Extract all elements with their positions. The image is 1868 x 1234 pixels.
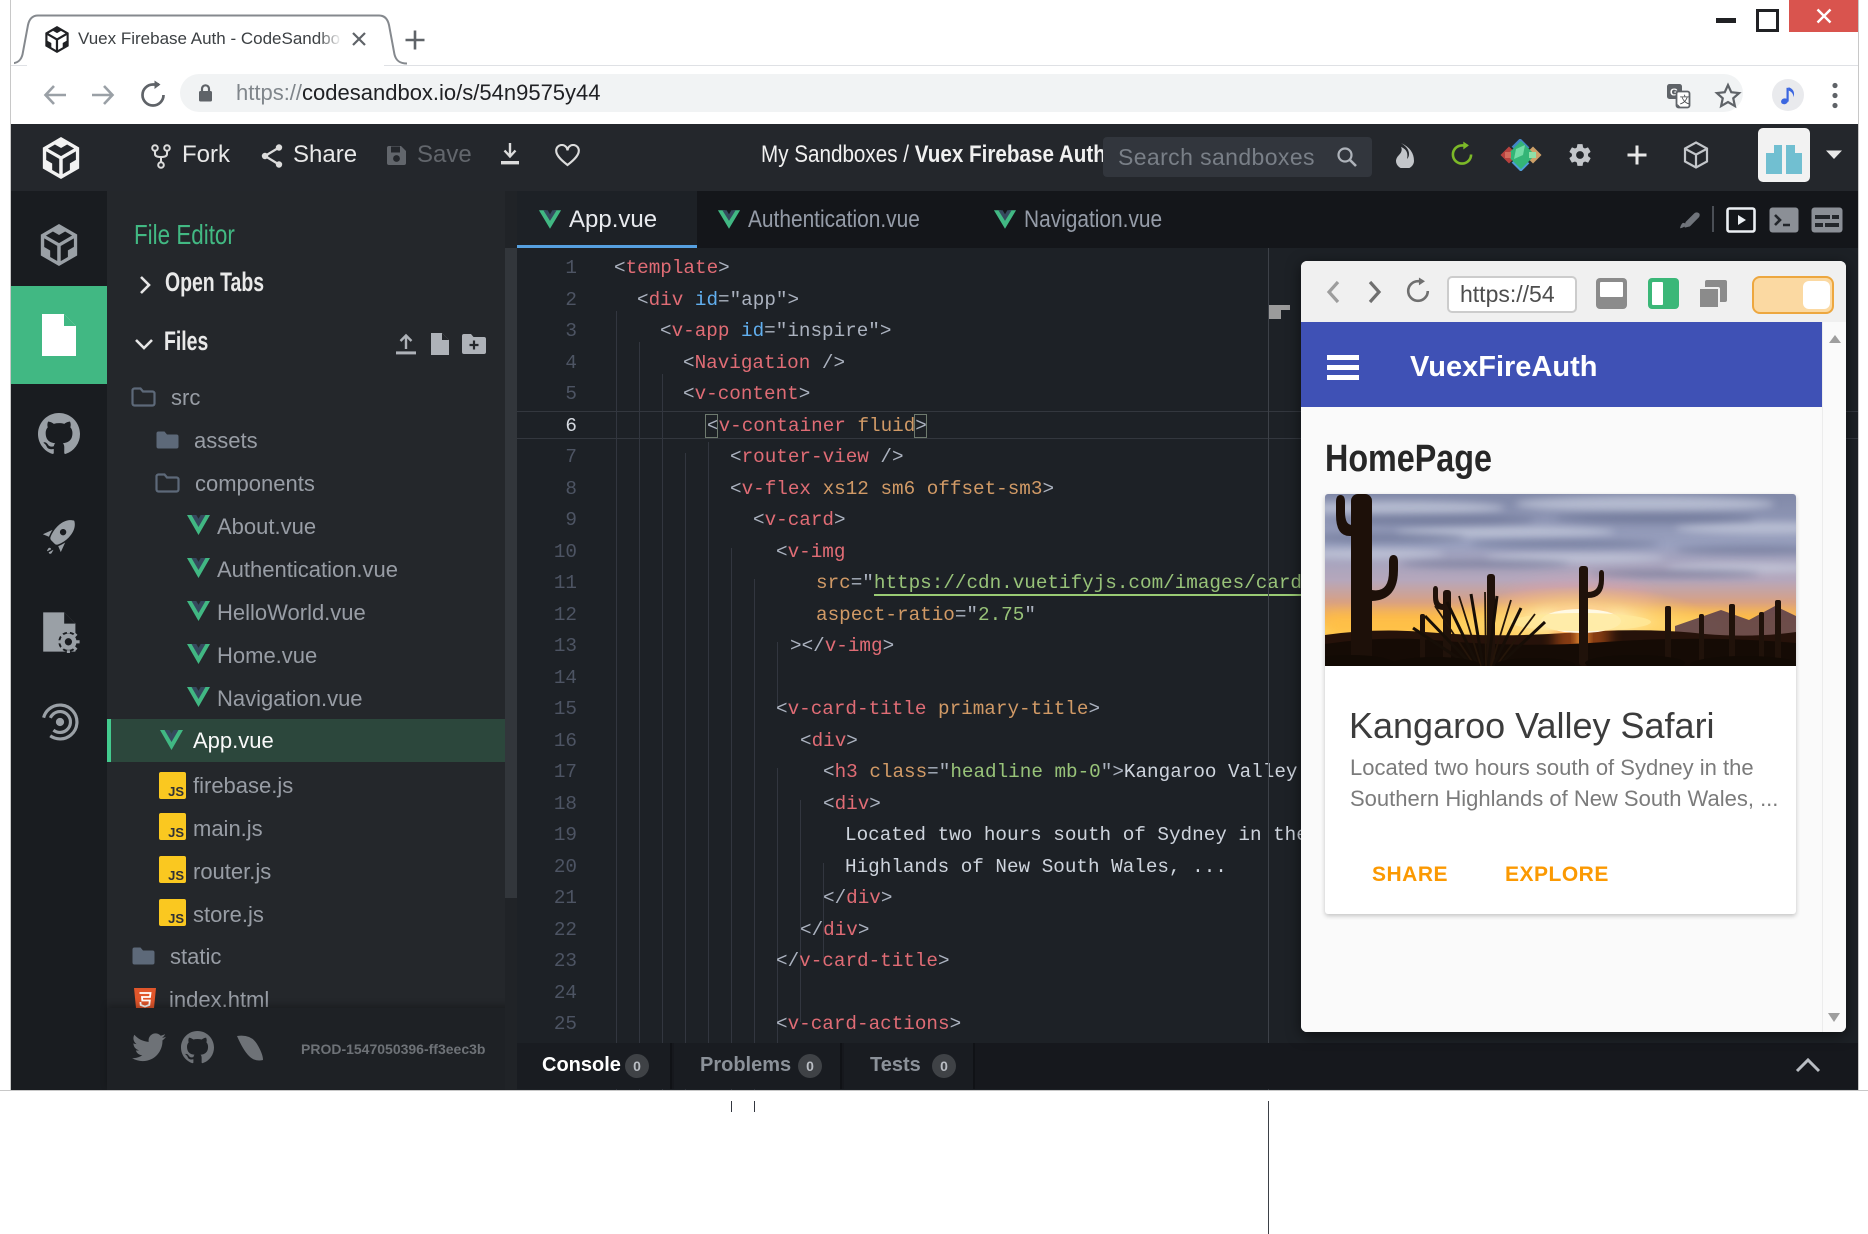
svg-text:文: 文 (1680, 94, 1690, 107)
